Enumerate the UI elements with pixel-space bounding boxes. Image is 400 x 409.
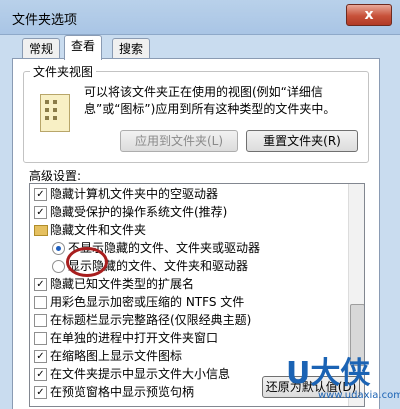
folder-views-description: 可以将该文件夹正在使用的视图(例如“详细信息”或“图标”)应用到所有这种类型的文… (84, 85, 336, 116)
close-button[interactable]: x (346, 4, 392, 26)
checkbox[interactable]: ✓ (34, 188, 47, 201)
reset-folders-button[interactable]: 重置文件夹(R) (246, 130, 358, 152)
checkbox[interactable]: ✓ (34, 386, 47, 399)
checkbox[interactable] (34, 314, 47, 327)
tab-view[interactable]: 查看 (64, 35, 103, 60)
title-bar: 文件夹选项 x (0, 0, 400, 35)
tab-general[interactable]: 常规 (22, 38, 61, 59)
checkbox[interactable]: ✓ (34, 278, 47, 291)
apply-to-folders-button[interactable]: 应用到文件夹(L) (120, 130, 238, 152)
checkbox[interactable] (34, 332, 47, 345)
radio-button[interactable] (52, 260, 65, 273)
highlight-oval (66, 247, 108, 277)
close-icon: x (364, 7, 374, 23)
window-title: 文件夹选项 (12, 13, 78, 28)
folder-views-group: 文件夹视图 可以将该文件夹正在使用的视图(例如“详细信息”或“图标”)应用到所有… (23, 63, 369, 163)
watermark-url: www.udaxia.com (318, 390, 400, 401)
checkbox[interactable]: ✓ (34, 350, 47, 363)
checkbox[interactable] (34, 296, 47, 309)
tab-search[interactable]: 搜索 (112, 38, 151, 59)
advanced-settings-label: 高级设置: (29, 169, 82, 183)
checkbox[interactable]: ✓ (34, 368, 47, 381)
checkbox[interactable]: ✓ (34, 206, 47, 219)
radio-button[interactable] (52, 242, 65, 255)
folder-view-icon (40, 94, 70, 132)
folder-views-legend: 文件夹视图 (30, 63, 97, 80)
folder-icon (34, 225, 48, 236)
watermark-logo: U大侠 (286, 356, 371, 391)
